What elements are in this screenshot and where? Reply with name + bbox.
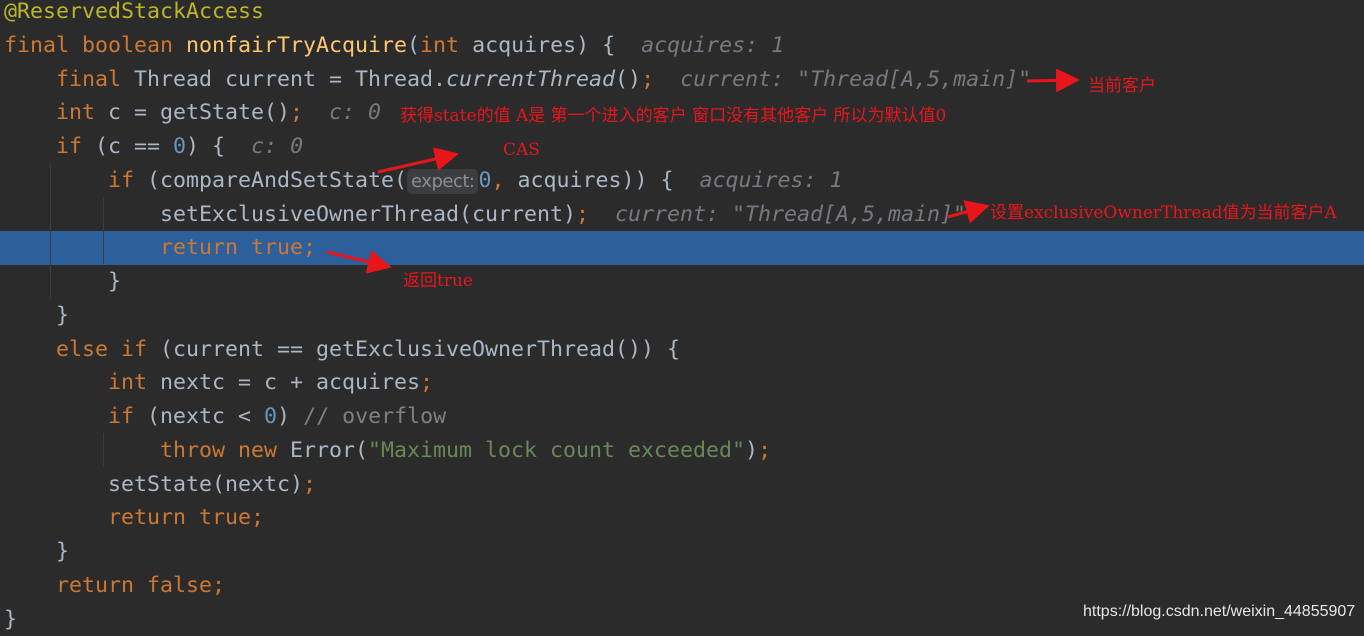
arrow-return-true bbox=[327, 252, 386, 266]
watermark: https://blog.csdn.net/weixin_44855907 bbox=[1083, 603, 1355, 621]
arrow-cas bbox=[378, 155, 453, 172]
arrow-current-client bbox=[1027, 80, 1074, 81]
annotation-arrows bbox=[0, 0, 1364, 633]
arrow-set-owner bbox=[948, 207, 984, 217]
